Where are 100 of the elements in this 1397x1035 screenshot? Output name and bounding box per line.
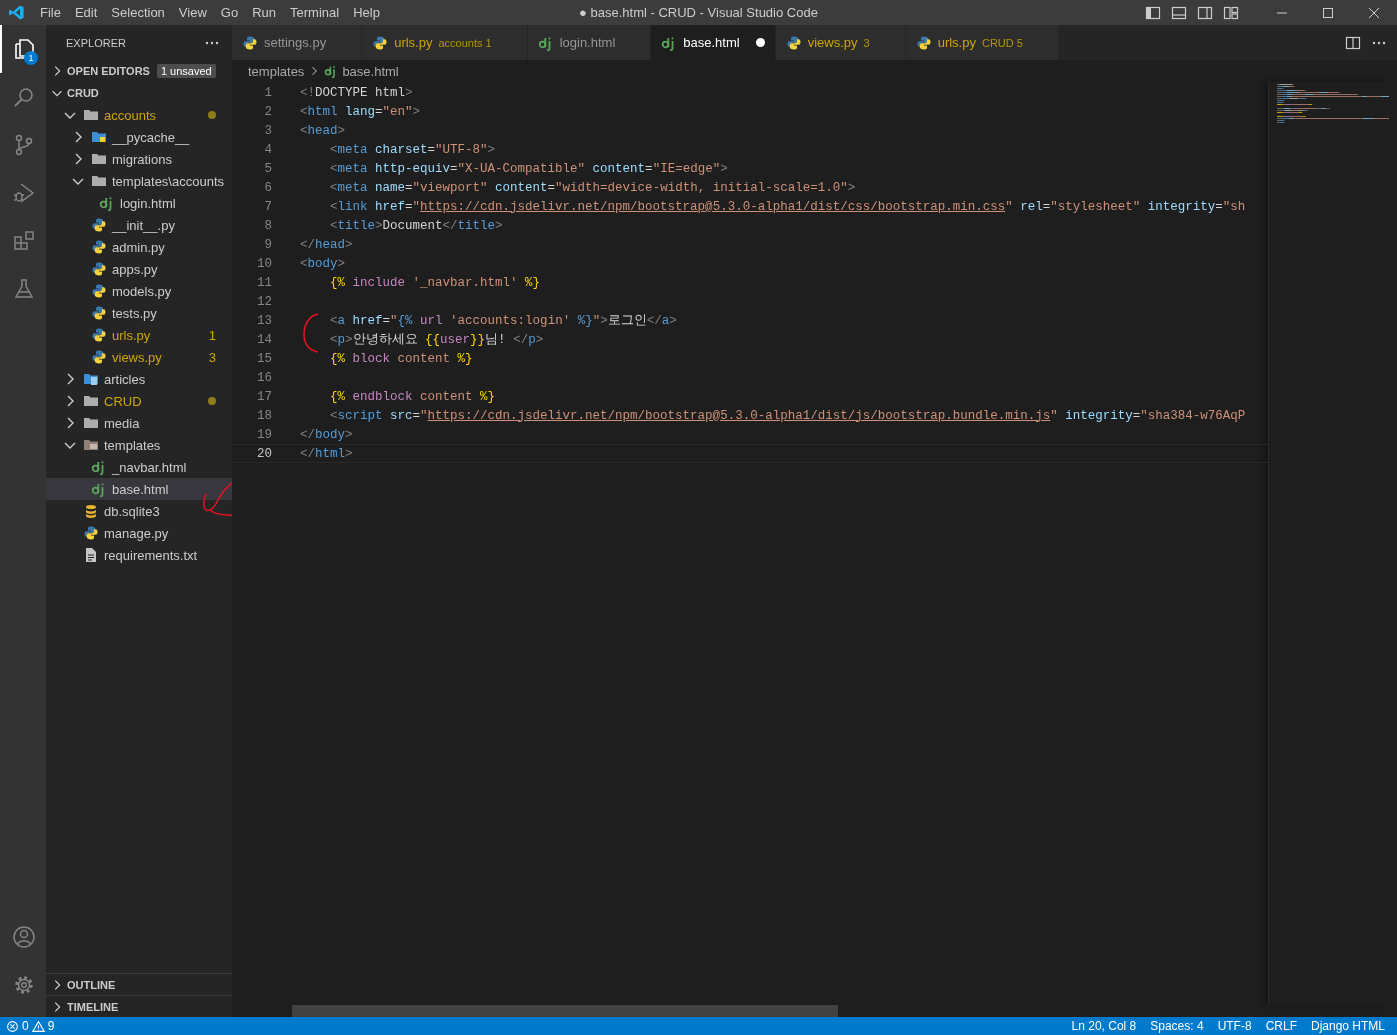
- menu-item[interactable]: Terminal: [283, 0, 347, 25]
- flask-icon: [12, 277, 36, 301]
- editor-tab[interactable]: base.html: [651, 25, 776, 60]
- python-icon: [91, 239, 107, 255]
- tree-row[interactable]: requirements.txt: [46, 544, 232, 566]
- python-icon: [785, 34, 802, 51]
- settings-icon: [12, 973, 36, 997]
- tree-row[interactable]: models.py: [46, 280, 232, 302]
- line-number: 20: [256, 446, 273, 461]
- code-line: </body>: [300, 427, 353, 442]
- line-number: 7: [263, 199, 273, 214]
- code-line: <meta http-equiv="X-UA-Compatible" content="IE=edge">: [329, 161, 728, 176]
- tree-row[interactable]: __init__.py: [46, 214, 232, 236]
- tree-row[interactable]: templates: [46, 434, 232, 456]
- python-icon: [91, 349, 107, 365]
- python-icon: [91, 283, 107, 299]
- line-number: 14: [256, 332, 273, 347]
- folder-icon: [91, 129, 107, 145]
- breadcrumb-item[interactable]: templates: [248, 63, 305, 79]
- status-item[interactable]: UTF-8: [1217, 1019, 1252, 1033]
- line-number: 18: [256, 408, 273, 423]
- tree-row[interactable]: apps.py: [46, 258, 232, 280]
- line-number: 8: [263, 218, 273, 233]
- tree-row[interactable]: admin.py: [46, 236, 232, 258]
- error-count[interactable]: 0: [22, 1019, 29, 1033]
- database-icon: [83, 503, 99, 519]
- tree-row[interactable]: manage.py: [46, 522, 232, 544]
- tree-row[interactable]: articles: [46, 368, 232, 390]
- tree-row[interactable]: login.html: [46, 192, 232, 214]
- code-line: <a href="{% url 'accounts:login' %}">로그인</a>: [329, 313, 677, 329]
- line-number: 5: [263, 161, 273, 176]
- line-number: 16: [256, 370, 273, 385]
- tree-row[interactable]: base.html: [46, 478, 232, 500]
- line-number: 19: [256, 427, 273, 442]
- section-header[interactable]: CRUD: [46, 82, 232, 104]
- folder-icon: [83, 393, 99, 409]
- menu-item[interactable]: View: [171, 0, 214, 25]
- toggle-sidebar-icon[interactable]: [1145, 4, 1161, 21]
- unsaved-badge: 1 unsaved: [156, 64, 216, 78]
- account-icon: [12, 925, 36, 949]
- line-number: 11: [256, 275, 273, 290]
- line-number: 3: [263, 123, 273, 138]
- unsaved-dot: [755, 38, 765, 47]
- code-line: <html lang="en">: [300, 104, 421, 119]
- code-line: <meta charset="UTF-8">: [329, 142, 496, 157]
- menu-item[interactable]: Edit: [67, 0, 105, 25]
- python-icon: [91, 305, 107, 321]
- layout-icon[interactable]: [1223, 4, 1239, 21]
- folder-icon: [83, 107, 99, 123]
- editor-tab[interactable]: views.py 3: [775, 25, 906, 60]
- tree-row[interactable]: tests.py: [46, 302, 232, 324]
- code-line: {% include '_navbar.html' %}: [329, 275, 541, 290]
- tree-row[interactable]: templates\accounts: [46, 170, 232, 192]
- editor-tab[interactable]: urls.py accounts 1: [362, 25, 528, 60]
- menu-item[interactable]: File: [33, 0, 68, 25]
- window-title: ● base.html - CRUD - Visual Studio Code: [579, 5, 818, 20]
- horizontal-scrollbar-thumb[interactable]: [292, 1005, 838, 1017]
- python-icon: [91, 261, 107, 277]
- line-number: 9: [263, 237, 273, 252]
- split-editor-icon[interactable]: [1345, 34, 1361, 51]
- extensions-icon: [12, 229, 36, 253]
- code-line: </head>: [300, 237, 353, 252]
- menu-item[interactable]: Go: [213, 0, 246, 25]
- status-item[interactable]: CRLF: [1265, 1019, 1297, 1033]
- menu-item[interactable]: Help: [346, 0, 387, 25]
- tree-row[interactable]: urls.py 1: [46, 324, 232, 346]
- status-item[interactable]: Ln 20, Col 8: [1071, 1019, 1137, 1033]
- code-line: <link href="https://cdn.jsdelivr.net/npm/bootstrap@5.3.0-alpha1/dist/css/bootstrap.min.css" rel="stylesheet" integrity="sh: [329, 199, 1246, 214]
- tree-row[interactable]: _navbar.html: [46, 456, 232, 478]
- section-header[interactable]: OPEN EDITORS 1 unsaved: [46, 60, 232, 82]
- tree-row[interactable]: db.sqlite3: [46, 500, 232, 522]
- toggle-panel-icon[interactable]: [1171, 4, 1187, 21]
- folder-icon: [91, 151, 107, 167]
- code-line: <!DOCTYPE html>: [300, 85, 413, 100]
- tree-row[interactable]: accounts: [46, 104, 232, 126]
- tree-row[interactable]: views.py 3: [46, 346, 232, 368]
- line-number: 13: [256, 313, 273, 328]
- status-item[interactable]: Django HTML: [1310, 1019, 1385, 1033]
- python-icon: [242, 34, 258, 51]
- code-line: <body>: [300, 256, 346, 271]
- toggle-secondary-sidebar-icon[interactable]: [1197, 4, 1213, 21]
- minimize-icon: [1277, 11, 1287, 14]
- editor-tab[interactable]: settings.py: [232, 25, 363, 60]
- tree-row[interactable]: migrations: [46, 148, 232, 170]
- python-icon: [372, 34, 389, 51]
- breadcrumb-item[interactable]: base.html: [342, 63, 399, 79]
- tree-row[interactable]: CRUD: [46, 390, 232, 412]
- menu-item[interactable]: Selection: [104, 0, 172, 25]
- app-logo-icon: [8, 4, 25, 21]
- menu-item[interactable]: Run: [245, 0, 283, 25]
- warning-count[interactable]: 9: [47, 1019, 55, 1033]
- tree-row[interactable]: media: [46, 412, 232, 434]
- line-number: 4: [263, 142, 273, 157]
- tree-row[interactable]: __pycache__: [46, 126, 232, 148]
- line-number: 1: [263, 85, 273, 100]
- status-item[interactable]: Spaces: 4: [1150, 1019, 1204, 1033]
- editor-tab[interactable]: login.html: [527, 25, 652, 60]
- code-line: <head>: [300, 123, 346, 138]
- search-icon: [12, 85, 36, 109]
- editor-tab[interactable]: urls.py CRUD 5: [905, 25, 1059, 60]
